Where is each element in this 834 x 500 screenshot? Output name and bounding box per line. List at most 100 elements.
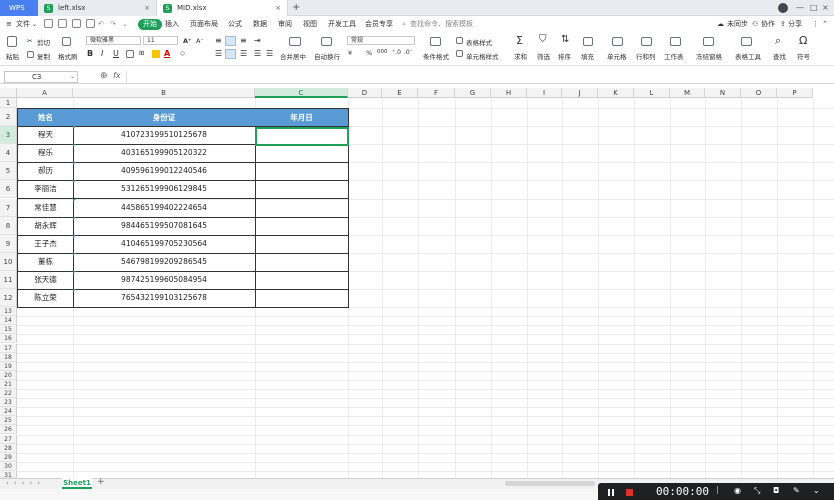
sheet-tab-sheet1[interactable]: Sheet1 — [62, 478, 92, 489]
row-header-1[interactable]: 1 — [0, 98, 17, 108]
column-header-g[interactable]: G — [455, 88, 491, 98]
currency-icon[interactable]: ¥ — [348, 49, 352, 57]
sheet-nav-icons[interactable]: ‹‹››› — [6, 479, 45, 487]
format-painter-button[interactable]: 格式刷 — [58, 51, 78, 61]
increase-decimal-icon[interactable]: ⁺.0 — [392, 49, 401, 56]
formula-input[interactable] — [126, 71, 830, 83]
table-cell[interactable]: 546798199209286545 — [73, 252, 256, 272]
table-cell[interactable]: 765432199103125678 — [73, 289, 256, 309]
row-header-25[interactable]: 25 — [0, 416, 17, 426]
table-cell[interactable]: 987425199605084954 — [73, 270, 256, 290]
table-cell[interactable] — [255, 289, 349, 309]
cut-button[interactable]: 剪切 — [37, 37, 50, 47]
name-box[interactable]: C3 — [4, 71, 78, 83]
column-header-a[interactable]: A — [17, 88, 73, 98]
font-color-button[interactable]: A — [164, 49, 170, 58]
row-header-9[interactable]: 9 — [0, 234, 17, 253]
table-cell[interactable]: 410465199705230564 — [73, 234, 256, 254]
paste-icon[interactable] — [7, 36, 17, 47]
more-menu-icon[interactable]: ⋮ — [812, 16, 819, 33]
column-header-p[interactable]: P — [777, 88, 813, 98]
table-tools-button[interactable]: 表格工具 — [735, 51, 761, 61]
table-cell[interactable] — [255, 216, 349, 236]
shrink-font-icon[interactable]: A⁻ — [196, 37, 204, 45]
grow-font-icon[interactable]: A⁺ — [183, 37, 191, 45]
row-header-19[interactable]: 19 — [0, 361, 17, 371]
row-header-11[interactable]: 11 — [0, 270, 17, 289]
print-icon[interactable] — [72, 19, 81, 28]
sort-button[interactable]: 排序 — [558, 51, 571, 61]
freeze-panes-button[interactable]: 冻结窗格 — [696, 51, 722, 61]
close-icon[interactable]: × — [275, 0, 281, 16]
table-cell[interactable]: 常佳慧 — [17, 198, 74, 218]
fill-color-icon[interactable] — [152, 50, 160, 58]
table-cell[interactable]: 程天 — [17, 126, 74, 146]
more-icon[interactable]: ⌄ — [122, 16, 128, 33]
add-sheet-icon[interactable]: + — [97, 477, 105, 487]
row-header-16[interactable]: 16 — [0, 334, 17, 344]
tab-mid-xlsx[interactable]: S MID.xlsx × — [156, 0, 288, 16]
table-header-cell[interactable]: 身份证 — [73, 108, 256, 128]
rows-cols-button[interactable]: 行和列 — [636, 51, 656, 61]
menu-view[interactable]: 视图 — [303, 16, 317, 33]
fill-button[interactable]: 填充 — [581, 51, 594, 61]
new-tab-icon[interactable]: + — [292, 0, 300, 16]
strikethrough-icon[interactable]: ⊞ — [139, 49, 144, 57]
table-cell[interactable]: 董栋 — [17, 252, 74, 272]
align-middle-icon[interactable] — [225, 36, 236, 46]
bold-button[interactable]: B — [87, 49, 93, 58]
pen-icon[interactable]: ✎ — [793, 486, 800, 495]
column-header-e[interactable]: E — [382, 88, 418, 98]
column-header-h[interactable]: H — [491, 88, 527, 98]
decrease-decimal-icon[interactable]: .0⁻ — [404, 49, 413, 56]
table-cell[interactable]: 胡永辉 — [17, 216, 74, 236]
table-cell[interactable]: 531265199906129845 — [73, 180, 256, 200]
camera-icon[interactable]: ◘ — [773, 486, 779, 495]
row-header-26[interactable]: 26 — [0, 425, 17, 435]
row-header-3[interactable]: 3 — [0, 126, 17, 145]
symbol-button[interactable]: 符号 — [797, 51, 810, 61]
row-header-20[interactable]: 20 — [0, 370, 17, 380]
menu-data[interactable]: 数据 — [253, 16, 267, 33]
row-header-8[interactable]: 8 — [0, 216, 17, 235]
align-top-icon[interactable]: ≡ — [215, 36, 222, 45]
close-icon[interactable]: × — [144, 0, 150, 16]
row-header-18[interactable]: 18 — [0, 352, 17, 362]
menu-page-layout[interactable]: 页面布局 — [190, 16, 218, 33]
distribute-icon[interactable]: ☰ — [266, 49, 273, 58]
table-cell[interactable]: 410723199510125678 — [73, 126, 256, 146]
row-header-14[interactable]: 14 — [0, 316, 17, 326]
menu-developer[interactable]: 开发工具 — [328, 16, 356, 33]
unsynced-status[interactable]: 未同步 — [727, 16, 748, 33]
webcam-icon[interactable]: ◉ — [734, 486, 741, 495]
row-header-5[interactable]: 5 — [0, 162, 17, 181]
underline-button[interactable]: U — [113, 49, 119, 58]
resize-icon[interactable]: ⤡ — [754, 486, 760, 496]
italic-button[interactable]: I — [101, 49, 103, 58]
wrap-text-button[interactable]: 自动换行 — [314, 51, 340, 61]
border-icon[interactable] — [126, 50, 134, 58]
worksheet-button[interactable]: 工作表 — [664, 51, 684, 61]
row-header-22[interactable]: 22 — [0, 389, 17, 399]
find-button[interactable]: 查找 — [773, 51, 786, 61]
horizontal-scrollbar[interactable] — [505, 481, 595, 486]
row-header-27[interactable]: 27 — [0, 434, 17, 444]
chevron-down-icon[interactable]: ⌄ — [32, 16, 37, 33]
save-icon[interactable] — [44, 19, 53, 28]
row-header-30[interactable]: 30 — [0, 461, 17, 471]
table-cell[interactable]: 陈立荣 — [17, 289, 74, 309]
menu-insert[interactable]: 插入 — [165, 16, 179, 33]
table-cell[interactable]: 445865199402224654 — [73, 198, 256, 218]
table-header-cell[interactable]: 年月日 — [255, 108, 349, 128]
row-header-12[interactable]: 12 — [0, 289, 17, 308]
column-header-l[interactable]: L — [634, 88, 670, 98]
percent-button[interactable]: % — [366, 49, 372, 57]
column-header-c[interactable]: C — [255, 88, 348, 98]
justify-icon[interactable]: ☰ — [254, 49, 261, 58]
menu-file[interactable]: 文件 — [16, 16, 30, 33]
row-header-6[interactable]: 6 — [0, 180, 17, 199]
active-cell-c3[interactable] — [255, 127, 349, 146]
copy-button[interactable]: 复制 — [37, 51, 50, 61]
row-header-13[interactable]: 13 — [0, 307, 17, 317]
column-header-j[interactable]: J — [562, 88, 598, 98]
